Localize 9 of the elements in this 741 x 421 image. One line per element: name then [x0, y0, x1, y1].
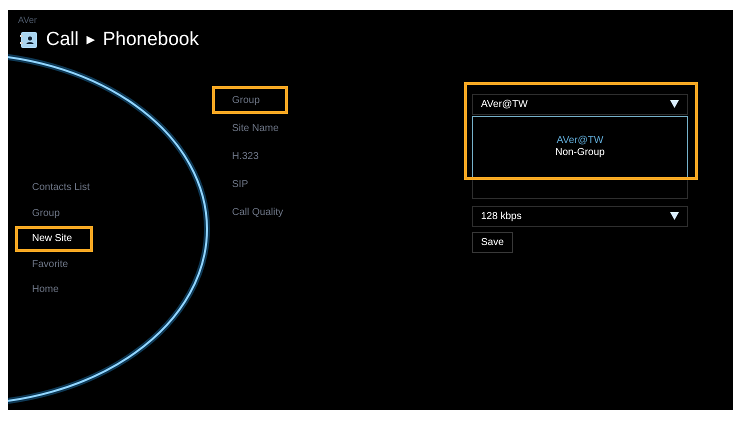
breadcrumb-separator-icon: ▶ — [86, 32, 95, 48]
breadcrumb-item: Phonebook — [102, 28, 199, 52]
form-label: Site Name — [231, 122, 280, 136]
form-label: Call Quality — [231, 206, 284, 220]
form-label: SIP — [231, 178, 250, 192]
breadcrumb-item: Call — [46, 28, 79, 52]
brand-logo: AVer — [18, 14, 37, 27]
form-label: Group — [212, 86, 288, 114]
form-label: H.323 — [231, 150, 260, 164]
